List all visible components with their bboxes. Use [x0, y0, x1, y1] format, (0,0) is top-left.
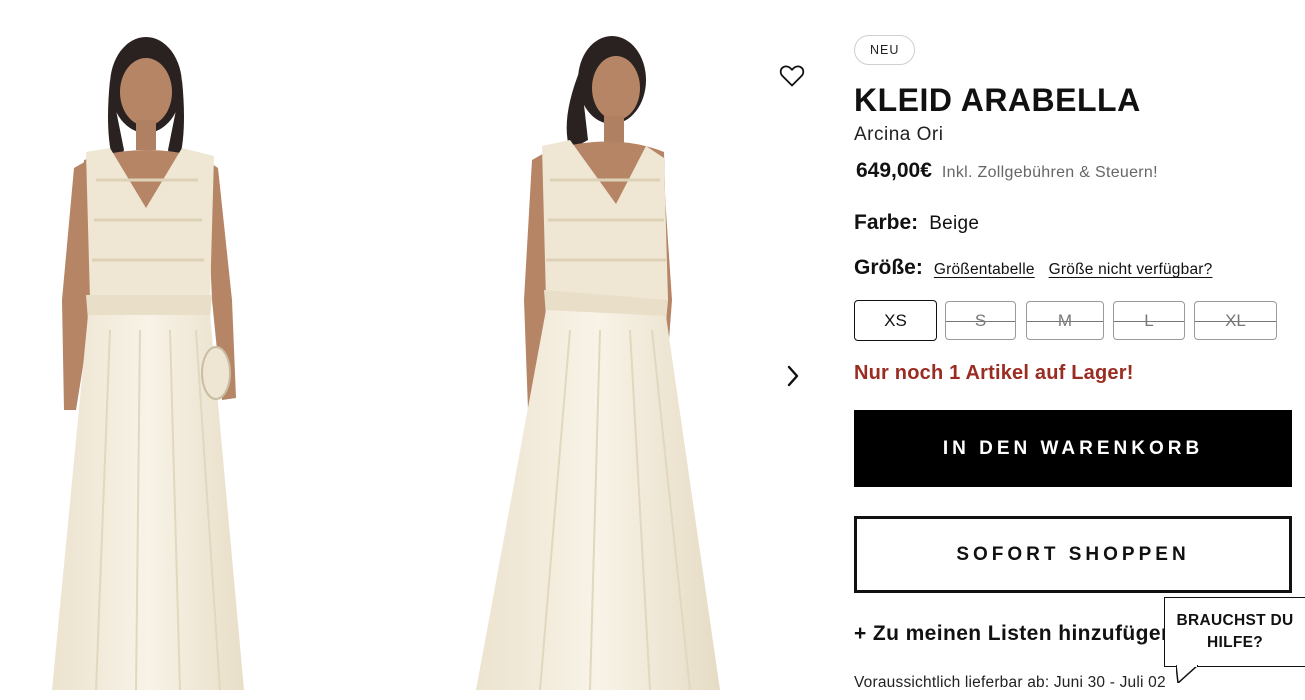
- price-note: Inkl. Zollgebühren & Steuern!: [941, 164, 1158, 181]
- size-row: Größe: Größentabelle Größe nicht verfügb…: [854, 256, 1215, 280]
- size-label: Größe:: [854, 256, 923, 279]
- price-row: 649,00€ Inkl. Zollgebühren & Steuern!: [856, 159, 1158, 183]
- size-option-l[interactable]: L: [1113, 301, 1185, 340]
- delivery-estimate: Voraussichtlich lieferbar ab: Juni 30 - …: [854, 674, 1166, 691]
- buy-now-button[interactable]: SOFORT SHOPPEN: [854, 516, 1292, 593]
- size-unavailable-link[interactable]: Größe nicht verfügbar?: [1049, 261, 1213, 279]
- size-option-xs[interactable]: XS: [854, 300, 937, 341]
- model-front-illustration: [52, 37, 244, 691]
- new-badge: NEU: [854, 35, 916, 65]
- stock-message: Nur noch 1 Artikel auf Lager!: [854, 362, 1134, 384]
- size-chart-link[interactable]: Größentabelle: [934, 261, 1035, 279]
- size-option-s[interactable]: S: [945, 301, 1016, 340]
- size-option-m[interactable]: M: [1026, 301, 1104, 340]
- product-title: KLEID ARABELLA: [854, 82, 1141, 118]
- add-to-list-link[interactable]: + Zu meinen Listen hinzufügen: [854, 622, 1170, 646]
- next-image-button[interactable]: [778, 360, 808, 392]
- product-image-side[interactable]: [420, 0, 780, 700]
- color-label: Farbe:: [854, 211, 919, 234]
- product-image-front[interactable]: [0, 0, 300, 700]
- help-label: BRAUCHST DU HILFE?: [1176, 612, 1294, 651]
- product-info-panel: NEU KLEID ARABELLA Arcina Ori 649,00€ In…: [854, 0, 1305, 700]
- product-gallery: [0, 0, 830, 700]
- size-option-xl[interactable]: XL: [1194, 301, 1277, 340]
- chevron-right-icon: [787, 365, 799, 387]
- price: 649,00€: [856, 159, 932, 182]
- model-side-illustration: [476, 36, 720, 691]
- color-row: Farbe: Beige: [854, 211, 979, 235]
- add-to-cart-button[interactable]: IN DEN WARENKORB: [854, 410, 1292, 487]
- help-chat-button[interactable]: BRAUCHST DU HILFE?: [1164, 597, 1305, 667]
- color-value: Beige: [929, 213, 980, 234]
- heart-outline-icon: [779, 65, 805, 87]
- brand-link[interactable]: Arcina Ori: [854, 124, 943, 146]
- wishlist-button[interactable]: [776, 60, 808, 92]
- speech-bubble-tail-icon: [1176, 665, 1198, 683]
- size-selector: XS S M L XL: [854, 300, 1294, 342]
